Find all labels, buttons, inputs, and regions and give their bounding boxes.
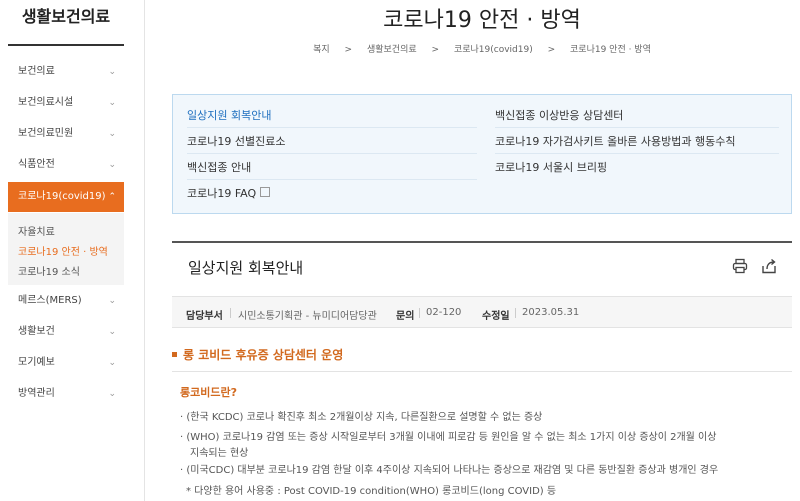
body-line: · (WHO) 코로나19 감염 또는 증상 시작일로부터 3개월 이내에 피로… (180, 432, 717, 443)
sidebar-item-life-health[interactable]: 생활보건 ⌄ (8, 317, 124, 347)
sidebar-item-food-safety[interactable]: 식품안전 ⌄ (8, 150, 124, 180)
meta-updated-label: 수정일 (482, 311, 510, 322)
submenu-item-self-treatment[interactable]: 자율치료 (18, 223, 55, 238)
submenu-item-covid-news[interactable]: 코로나19 소식 (18, 263, 80, 278)
share-icon[interactable] (760, 257, 778, 275)
divider (495, 153, 779, 154)
print-icon[interactable] (732, 258, 748, 274)
quick-link-self-test-kit[interactable]: 코로나19 자가검사키트 올바른 사용방법과 행동수칙 (495, 133, 736, 149)
quick-link-vaccine-guide[interactable]: 백신접종 안내 (187, 159, 251, 175)
section-heading: 롱 코비드 후유증 상담센터 운영 (172, 346, 343, 363)
chevron-down-icon: ⌄ (108, 296, 116, 306)
sidebar-item-mosquito-forecast[interactable]: 모기예보 ⌄ (8, 348, 124, 378)
chevron-down-icon: ⌄ (108, 358, 116, 368)
quick-link-vaccine-reaction-center[interactable]: 백신접종 이상반응 상담센터 (495, 107, 623, 123)
breadcrumb-item[interactable]: 생활보건의료 (367, 45, 417, 55)
breadcrumb-item-current[interactable]: 코로나19 안전 · 방역 (570, 45, 651, 55)
external-link-icon (260, 187, 271, 197)
divider (495, 127, 779, 128)
sub-heading: 롱코비드란? (180, 386, 237, 399)
meta-dept-label: 담당부서 (186, 311, 223, 322)
divider (515, 308, 516, 318)
sidebar-item-health-complaint[interactable]: 보건의료민원 ⌄ (8, 119, 124, 149)
sidebar-item-label: 코로나19(covid19) (18, 191, 106, 202)
quick-link-label: 코로나19 FAQ (187, 187, 257, 200)
sidebar-item-label: 보건의료 (18, 66, 55, 77)
breadcrumb-separator: > (547, 45, 556, 55)
meta-dept-value: 시민소통기획관 - 뉴미디어담당관 (238, 311, 377, 322)
body-line: · (한국 KCDC) 코로나 확진후 최소 2개월이상 지속, 다른질환으로 … (180, 412, 543, 423)
sidebar: 생활보건의료 보건의료 ⌄ 보건의료시설 ⌄ 보건의료민원 ⌄ 식품안전 ⌄ 코… (0, 0, 140, 501)
article-meta-bar: 담당부서 시민소통기획관 - 뉴미디어담당관 문의 02-120 수정일 202… (172, 296, 792, 328)
breadcrumb-separator: > (431, 45, 440, 55)
sidebar-item-mers[interactable]: 메르스(MERS) ⌄ (8, 286, 124, 316)
meta-updated-value: 2023.05.31 (522, 307, 580, 318)
sidebar-item-covid19[interactable]: 코로나19(covid19) ⌃ (8, 182, 124, 212)
section-heading-text: 롱 코비드 후유증 상담센터 운영 (183, 348, 344, 362)
submenu-item-covid-safety[interactable]: 코로나19 안전 · 방역 (18, 243, 108, 258)
article-title: 일상지원 회복안내 (188, 259, 304, 277)
body-note: * 다양한 용어 사용중 : Post COVID-19 condition(W… (186, 486, 557, 497)
page-title: 코로나19 안전 · 방역 (383, 8, 581, 33)
chevron-down-icon: ⌄ (108, 129, 116, 139)
sidebar-item-label: 모기예보 (18, 357, 55, 368)
divider (172, 371, 792, 372)
divider (230, 308, 231, 318)
chevron-down-icon: ⌄ (108, 327, 116, 337)
sidebar-title: 생활보건의료 (8, 0, 124, 46)
sidebar-item-quarantine[interactable]: 방역관리 ⌄ (8, 379, 124, 409)
chevron-up-icon: ⌃ (108, 192, 116, 202)
quick-link-faq[interactable]: 코로나19 FAQ (187, 185, 271, 201)
quick-link-recovery-guide[interactable]: 일상지원 회복안내 (187, 107, 271, 123)
chevron-down-icon: ⌄ (108, 160, 116, 170)
breadcrumb: 복지 > 생활보건의료 > 코로나19(covid19) > 코로나19 안전 … (172, 42, 792, 55)
sidebar-submenu: 자율치료 코로나19 안전 · 방역 코로나19 소식 (8, 213, 124, 285)
divider (187, 127, 477, 128)
sidebar-item-label: 생활보건 (18, 326, 55, 337)
chevron-down-icon: ⌄ (108, 67, 116, 77)
chevron-down-icon: ⌄ (108, 98, 116, 108)
breadcrumb-item[interactable]: 코로나19(covid19) (454, 45, 533, 55)
sidebar-item-health-facility[interactable]: 보건의료시설 ⌄ (8, 88, 124, 118)
divider (187, 153, 477, 154)
sidebar-item-label: 보건의료시설 (18, 97, 74, 108)
breadcrumb-item[interactable]: 복지 (313, 45, 330, 55)
sidebar-divider (144, 0, 145, 501)
bullet-square-icon (172, 352, 177, 357)
body-line: 지속되는 현상 (190, 448, 249, 459)
article-top-border (172, 241, 792, 243)
sidebar-item-label: 메르스(MERS) (18, 295, 82, 306)
divider (187, 179, 477, 180)
meta-contact-label: 문의 (396, 311, 415, 322)
breadcrumb-separator: > (344, 45, 353, 55)
sidebar-item-label: 방역관리 (18, 388, 55, 399)
quick-link-seoul-briefing[interactable]: 코로나19 서울시 브리핑 (495, 159, 607, 175)
quick-link-screening-clinic[interactable]: 코로나19 선별진료소 (187, 133, 285, 149)
meta-contact-value: 02-120 (426, 307, 462, 318)
sidebar-item-label: 식품안전 (18, 159, 55, 170)
quick-links-box: 일상지원 회복안내 백신접종 이상반응 상담센터 코로나19 선별진료소 코로나… (172, 94, 792, 214)
sidebar-item-label: 보건의료민원 (18, 128, 74, 139)
divider (419, 308, 420, 318)
body-line: · (미국CDC) 대부분 코로나19 감염 한달 이후 4주이상 지속되어 나… (180, 465, 719, 476)
chevron-down-icon: ⌄ (108, 389, 116, 399)
sidebar-item-health-care[interactable]: 보건의료 ⌄ (8, 57, 124, 87)
